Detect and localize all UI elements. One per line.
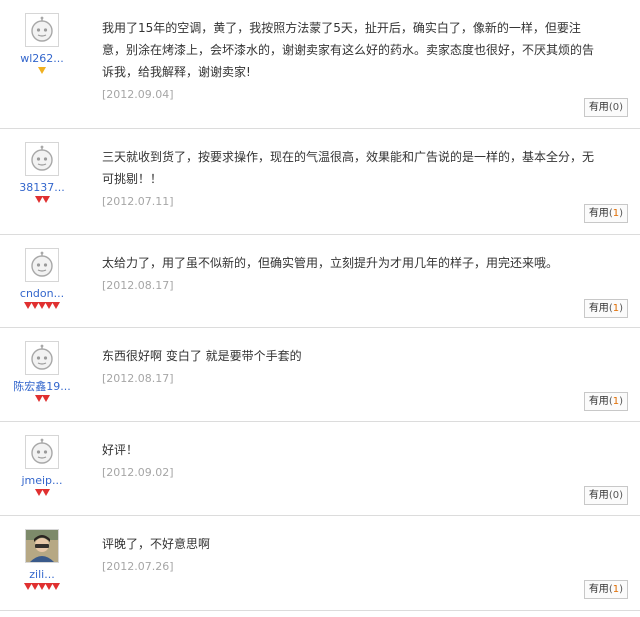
robot-avatar-icon[interactable] xyxy=(25,341,59,375)
review-body: 东西很好啊 变白了 就是要带个手套的 [2012.08.17] xyxy=(102,345,597,386)
red-heart-icon xyxy=(41,395,50,402)
robot-avatar-icon[interactable] xyxy=(25,248,59,282)
username[interactable]: 38137... xyxy=(0,181,84,194)
level-icon xyxy=(0,583,84,593)
useful-button[interactable]: 有用(0) xyxy=(583,486,628,505)
useful-label: 有用 xyxy=(588,584,609,595)
useful-button[interactable]: 有用(1) xyxy=(583,580,628,599)
review-text: 好评！ xyxy=(102,443,139,457)
red-heart-icon xyxy=(41,196,50,203)
username[interactable]: wl262... xyxy=(0,52,84,65)
review-date: [2012.08.17] xyxy=(102,372,174,385)
review-text: 东西很好啊 变白了 就是要带个手套的 xyxy=(102,349,302,363)
robot-avatar-icon[interactable] xyxy=(25,13,59,47)
username[interactable]: jmeip... xyxy=(0,474,84,487)
review-body: 太给力了，用了虽不似新的，但确实管用，立刻提升为才用几年的样子，用完还来哦。 [… xyxy=(102,252,597,293)
useful-button[interactable]: 有用(0) xyxy=(583,98,628,117)
useful-button[interactable]: 有用(1) xyxy=(583,392,628,411)
user-info: jmeip... xyxy=(0,422,84,499)
level-icon xyxy=(0,67,84,77)
red-heart-icon xyxy=(52,302,60,309)
useful-label: 有用 xyxy=(588,208,609,219)
user-info: cndon... xyxy=(0,235,84,312)
review-body: 好评！ [2012.09.02] xyxy=(102,439,597,480)
review-text: 太给力了，用了虽不似新的，但确实管用，立刻提升为才用几年的样子，用完还来哦。 xyxy=(102,256,559,270)
review-date: [2012.09.02] xyxy=(102,466,174,479)
level-icon xyxy=(0,489,84,499)
review-list: wl262... 我用了15年的空调，黄了，我按照方法蒙了5天，扯开后，确实白了… xyxy=(0,0,640,611)
useful-label: 有用 xyxy=(588,490,609,501)
review-item: wl262... 我用了15年的空调，黄了，我按照方法蒙了5天，扯开后，确实白了… xyxy=(0,0,640,129)
review-text: 评晚了，不好意思啊 xyxy=(102,537,211,551)
useful-button[interactable]: 有用(1) xyxy=(583,299,628,318)
username[interactable]: cndon... xyxy=(0,287,84,300)
review-item: jmeip... 好评！ [2012.09.02] 有用(0) xyxy=(0,422,640,516)
username[interactable]: zili... xyxy=(0,568,84,581)
level-icon xyxy=(0,395,84,405)
user-info: zili... xyxy=(0,516,84,593)
useful-label: 有用 xyxy=(588,303,609,314)
review-date: [2012.07.26] xyxy=(102,560,174,573)
user-info: 38137... xyxy=(0,129,84,206)
useful-label: 有用 xyxy=(588,396,609,407)
red-heart-icon xyxy=(52,583,60,590)
review-item: 38137... 三天就收到货了，按要求操作，现在的气温很高，效果能和广告说的是… xyxy=(0,129,640,235)
review-date: [2012.08.17] xyxy=(102,279,174,292)
gold-diamond-icon xyxy=(38,67,46,74)
review-item: 陈宏鑫19... 东西很好啊 变白了 就是要带个手套的 [2012.08.17]… xyxy=(0,328,640,422)
review-item: zili... 评晚了，不好意思啊 [2012.07.26] 有用(1) xyxy=(0,516,640,611)
useful-button[interactable]: 有用(1) xyxy=(583,204,628,223)
red-heart-icon xyxy=(41,489,50,496)
review-body: 三天就收到货了，按要求操作，现在的气温很高，效果能和广告说的是一样的，基本全分，… xyxy=(102,146,597,209)
user-info: wl262... xyxy=(0,0,84,77)
robot-avatar-icon[interactable] xyxy=(25,435,59,469)
user-info: 陈宏鑫19... xyxy=(0,328,84,405)
review-text: 三天就收到货了，按要求操作，现在的气温很高，效果能和广告说的是一样的，基本全分，… xyxy=(102,150,595,186)
photo-avatar-icon[interactable] xyxy=(25,529,59,563)
username[interactable]: 陈宏鑫19... xyxy=(0,380,84,393)
review-body: 我用了15年的空调，黄了，我按照方法蒙了5天，扯开后，确实白了，像新的一样，但要… xyxy=(102,17,597,102)
review-item: cndon... 太给力了，用了虽不似新的，但确实管用，立刻提升为才用几年的样子… xyxy=(0,235,640,328)
useful-label: 有用 xyxy=(588,102,609,113)
review-text: 我用了15年的空调，黄了，我按照方法蒙了5天，扯开后，确实白了，像新的一样，但要… xyxy=(102,21,595,79)
review-body: 评晚了，不好意思啊 [2012.07.26] xyxy=(102,533,597,574)
level-icon xyxy=(0,302,84,312)
review-date: [2012.09.04] xyxy=(102,88,174,101)
level-icon xyxy=(0,196,84,206)
review-date: [2012.07.11] xyxy=(102,195,174,208)
robot-avatar-icon[interactable] xyxy=(25,142,59,176)
